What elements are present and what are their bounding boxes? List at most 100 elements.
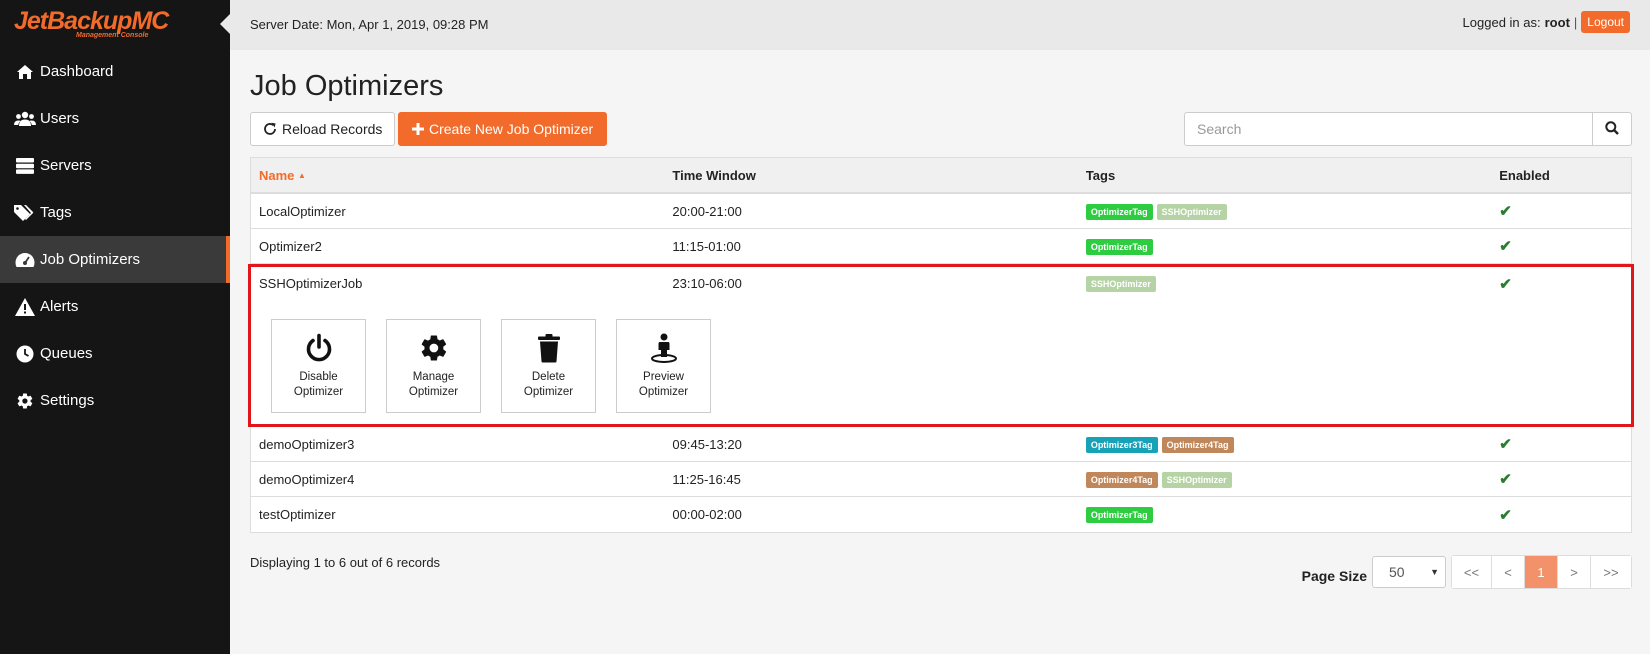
refresh-icon — [263, 122, 277, 136]
sidebar: JetBackupMC Management Console Dashboard… — [0, 0, 230, 654]
action-label: Manage — [412, 370, 455, 383]
reload-records-label: Reload Records — [282, 121, 383, 137]
column-header-tags[interactable]: Tags — [1078, 168, 1491, 183]
enabled-check-icon: ✔ — [1499, 275, 1512, 293]
sidebar-item-label: Settings — [40, 392, 95, 409]
table-footer: Displaying 1 to 6 out of 6 records Page … — [250, 555, 1632, 595]
sidebar-item-settings[interactable]: Settings — [0, 377, 230, 424]
sidebar-item-label: Servers — [40, 157, 92, 174]
pagination-controls: Page Size 50 ▼ << < 1 > >> — [1302, 555, 1632, 589]
column-header-time-window[interactable]: Time Window — [664, 168, 1077, 183]
preview-optimizer-button[interactable]: Preview Optimizer — [616, 319, 711, 413]
cell-name: LocalOptimizer — [259, 203, 346, 219]
enabled-check-icon: ✔ — [1499, 506, 1512, 524]
alert-icon — [14, 297, 36, 317]
sidebar-item-servers[interactable]: Servers — [0, 142, 230, 189]
table-row[interactable]: demoOptimizer3 09:45-13:20 Optimizer3Tag… — [251, 427, 1631, 462]
servers-icon — [14, 156, 36, 176]
cell-name: demoOptimizer3 — [259, 436, 355, 452]
manage-optimizer-button[interactable]: Manage Optimizer — [386, 319, 481, 413]
table-row[interactable]: LocalOptimizer 20:00-21:00 OptimizerTag S… — [251, 194, 1631, 229]
trash-icon — [537, 333, 560, 362]
search-icon — [1605, 120, 1619, 138]
logo-text: JetBackupMC — [14, 7, 169, 35]
create-job-optimizer-label: Create New Job Optimizer — [429, 121, 594, 137]
sidebar-item-label: Queues — [40, 345, 93, 362]
expanded-row-highlight: SSHOptimizerJob 23:10-06:00 SSHOptimizer… — [248, 264, 1634, 427]
sidebar-item-dashboard[interactable]: Dashboard — [0, 48, 230, 95]
sidebar-item-job-optimizers[interactable]: Job Optimizers — [0, 236, 230, 283]
main-content: Job Optimizers Reload Records Create New… — [248, 50, 1634, 595]
top-bar: Server Date: Mon, Apr 1, 2019, 09:28 PM … — [230, 0, 1650, 50]
page-size-select[interactable]: 50 ▼ — [1372, 556, 1446, 588]
street-view-icon — [650, 333, 677, 363]
table-row[interactable]: demoOptimizer4 11:25-16:45 Optimizer4Tag… — [251, 462, 1631, 497]
sidebar-item-label: Dashboard — [40, 63, 114, 80]
cell-tags: OptimizerTag SSHOptimizer — [1078, 203, 1491, 220]
action-label: Preview — [643, 370, 684, 383]
logo[interactable]: JetBackupMC Management Console — [0, 0, 230, 48]
action-label: Optimizer — [408, 385, 459, 398]
cell-time-window: 11:15-01:00 — [672, 238, 741, 254]
next-page-button[interactable]: > — [1558, 556, 1591, 588]
cell-name: testOptimizer — [259, 507, 336, 522]
sidebar-item-users[interactable]: Users — [0, 95, 230, 142]
page-size-label: Page Size — [1301, 568, 1367, 584]
separator: | — [1573, 14, 1578, 30]
tag-badge: Optimizer4Tag — [1085, 471, 1158, 488]
sidebar-item-tags[interactable]: Tags — [0, 189, 230, 236]
table-header: Name ▲ Time Window Tags Enabled — [251, 158, 1631, 194]
logout-button[interactable]: Logout — [1581, 11, 1630, 33]
search-input[interactable] — [1184, 112, 1592, 146]
enabled-check-icon: ✔ — [1499, 203, 1512, 220]
tag-badge: SSHOptimizer — [1085, 276, 1156, 292]
cell-time-window: 09:45-13:20 — [672, 436, 742, 452]
reload-records-button[interactable]: Reload Records — [250, 112, 396, 146]
cell-time-window: 23:10-06:00 — [672, 276, 742, 291]
sidebar-item-label: Tags — [40, 204, 72, 221]
tag-badge: SSHOptimizer — [1156, 203, 1227, 220]
row-actions: Disable Optimizer Manage Optimizer Delet… — [251, 300, 1631, 424]
sidebar-item-label: Alerts — [40, 298, 79, 315]
search-button[interactable] — [1592, 112, 1632, 146]
current-page-button[interactable]: 1 — [1525, 556, 1558, 588]
enabled-check-icon: ✔ — [1499, 238, 1512, 255]
column-header-enabled[interactable]: Enabled — [1491, 168, 1631, 183]
disable-optimizer-button[interactable]: Disable Optimizer — [271, 319, 366, 413]
gear-icon — [14, 391, 36, 411]
table-row[interactable]: Optimizer2 11:15-01:00 OptimizerTag ✔ — [251, 229, 1631, 264]
sidebar-item-alerts[interactable]: Alerts — [0, 283, 230, 330]
enabled-check-icon: ✔ — [1499, 436, 1512, 453]
cell-time-window: 00:00-02:00 — [672, 507, 742, 522]
action-label: Optimizer — [638, 385, 689, 398]
table-row-expanded[interactable]: SSHOptimizerJob 23:10-06:00 SSHOptimizer… — [251, 267, 1631, 300]
sidebar-item-queues[interactable]: Queues — [0, 330, 230, 377]
user-info: Logged in as: root | Logout — [1463, 11, 1630, 33]
sort-asc-icon: ▲ — [298, 170, 306, 180]
cell-tags: OptimizerTag — [1078, 238, 1491, 255]
logged-in-label: Logged in as: — [1462, 14, 1541, 30]
server-date: Server Date: Mon, Apr 1, 2019, 09:28 PM — [250, 17, 489, 32]
action-label: Optimizer — [293, 385, 344, 398]
plus-icon — [412, 123, 424, 135]
delete-optimizer-button[interactable]: Delete Optimizer — [501, 319, 596, 413]
gear-icon — [421, 334, 446, 361]
prev-page-button[interactable]: < — [1492, 556, 1525, 588]
cell-time-window: 20:00-21:00 — [672, 203, 742, 219]
cell-name: SSHOptimizerJob — [259, 276, 363, 291]
sidebar-item-label: Users — [40, 110, 80, 127]
first-page-button[interactable]: << — [1452, 556, 1492, 588]
table-row[interactable]: testOptimizer 00:00-02:00 OptimizerTag ✔ — [251, 497, 1631, 532]
tag-badge: Optimizer4Tag — [1161, 436, 1234, 453]
tag-badge: OptimizerTag — [1085, 507, 1153, 523]
cell-tags: Optimizer4Tag SSHOptimizer — [1078, 471, 1491, 488]
caret-down-icon: ▼ — [1430, 567, 1439, 577]
create-job-optimizer-button[interactable]: Create New Job Optimizer — [398, 112, 608, 146]
username: root — [1544, 14, 1570, 30]
page-title: Job Optimizers — [250, 70, 444, 102]
cell-tags: SSHOptimizer — [1078, 275, 1491, 292]
job-optimizers-table: Name ▲ Time Window Tags Enabled LocalOpt… — [248, 157, 1634, 533]
cell-name: demoOptimizer4 — [259, 471, 355, 487]
last-page-button[interactable]: >> — [1591, 556, 1631, 588]
column-header-name[interactable]: Name ▲ — [251, 168, 664, 183]
